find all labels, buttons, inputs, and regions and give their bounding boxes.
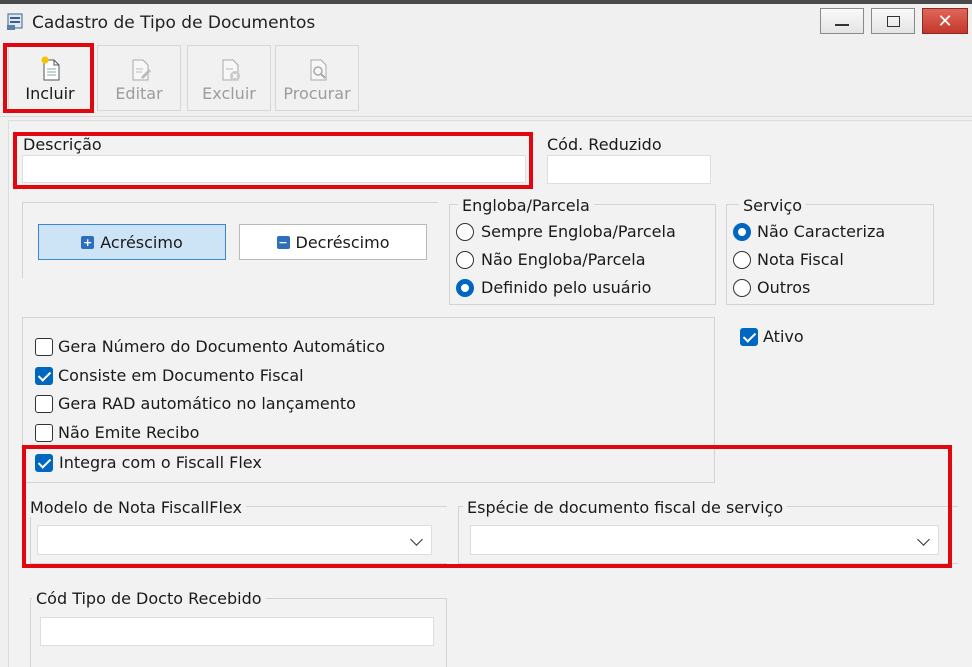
- servico-radio-nota-fiscal[interactable]: [733, 251, 751, 269]
- engloba-radio-nao[interactable]: [456, 251, 474, 269]
- servico-option-nao-caracteriza: Não Caracteriza: [757, 222, 886, 241]
- gera-numero-checkbox[interactable]: [35, 338, 53, 356]
- procurar-button[interactable]: Procurar: [275, 45, 359, 111]
- integra-fiscall-label: Integra com o Fiscall Flex: [59, 453, 262, 472]
- consiste-fiscal-checkbox[interactable]: [35, 367, 53, 385]
- engloba-radio-sempre[interactable]: [456, 223, 474, 241]
- decrescimo-button[interactable]: − Decréscimo: [239, 224, 427, 260]
- ativo-label: Ativo: [763, 327, 804, 346]
- form-icon: [6, 11, 26, 31]
- acrescimo-button[interactable]: + Acréscimo: [38, 224, 226, 260]
- servico-option-nota-fiscal: Nota Fiscal: [757, 250, 844, 269]
- excluir-label: Excluir: [202, 84, 256, 103]
- servico-radio-nao-caracteriza[interactable]: [733, 223, 751, 241]
- cod-tipo-label: Cód Tipo de Docto Recebido: [32, 589, 266, 608]
- decrescimo-label: Decréscimo: [295, 232, 390, 252]
- engloba-radio-definido[interactable]: [456, 279, 474, 297]
- servico-option-outros: Outros: [757, 278, 811, 297]
- gera-numero-label: Gera Número do Documento Automático: [58, 337, 385, 356]
- close-icon: ✕: [937, 10, 953, 32]
- minimize-button[interactable]: [820, 8, 864, 34]
- incluir-button[interactable]: Incluir: [8, 45, 92, 111]
- modelo-label: Modelo de Nota FiscallFlex: [30, 498, 246, 517]
- servico-title: Serviço: [739, 196, 807, 215]
- plus-icon: +: [81, 235, 95, 249]
- new-document-icon: [41, 56, 60, 81]
- especie-label: Espécie de documento fiscal de serviço: [463, 498, 788, 517]
- maximize-button[interactable]: [871, 8, 915, 34]
- chevron-down-icon: [917, 533, 930, 546]
- modelo-select[interactable]: [37, 525, 432, 555]
- incluir-label: Incluir: [25, 84, 75, 103]
- close-button[interactable]: ✕: [922, 8, 968, 34]
- nao-emite-recibo-checkbox[interactable]: [35, 424, 53, 442]
- cod-reduzido-label: Cód. Reduzido: [547, 135, 662, 154]
- delete-document-icon: [222, 59, 240, 81]
- engloba-option-sempre: Sempre Engloba/Parcela: [481, 222, 676, 241]
- ativo-checkbox[interactable]: [740, 328, 758, 346]
- cod-tipo-input[interactable]: [40, 617, 434, 646]
- engloba-option-nao: Não Engloba/Parcela: [481, 250, 646, 269]
- engloba-option-definido: Definido pelo usuário: [481, 278, 652, 297]
- acrescimo-label: Acréscimo: [100, 232, 183, 252]
- integra-fiscall-checkbox[interactable]: [35, 454, 53, 472]
- descricao-input[interactable]: [22, 155, 526, 183]
- gera-rad-label: Gera RAD automático no lançamento: [58, 394, 356, 413]
- window-title: Cadastro de Tipo de Documentos: [32, 13, 316, 33]
- servico-radio-outros[interactable]: [733, 279, 751, 297]
- nao-emite-recibo-label: Não Emite Recibo: [58, 423, 200, 442]
- chevron-down-icon: [410, 533, 423, 546]
- editar-button[interactable]: Editar: [97, 45, 181, 111]
- minus-icon: −: [276, 235, 290, 249]
- cod-reduzido-input[interactable]: [547, 155, 711, 184]
- editar-label: Editar: [115, 84, 163, 103]
- descricao-label: Descrição: [23, 135, 102, 154]
- edit-document-icon: [132, 59, 151, 81]
- toolbar-divider: [0, 116, 972, 117]
- minimize-icon: [835, 24, 849, 26]
- procurar-label: Procurar: [283, 84, 351, 103]
- excluir-button[interactable]: Excluir: [187, 45, 271, 111]
- especie-select[interactable]: [470, 525, 939, 555]
- engloba-title: Engloba/Parcela: [458, 196, 594, 215]
- maximize-icon: [886, 15, 900, 27]
- consiste-fiscal-label: Consiste em Documento Fiscal: [58, 366, 304, 385]
- search-document-icon: [310, 59, 327, 81]
- gera-rad-checkbox[interactable]: [35, 395, 53, 413]
